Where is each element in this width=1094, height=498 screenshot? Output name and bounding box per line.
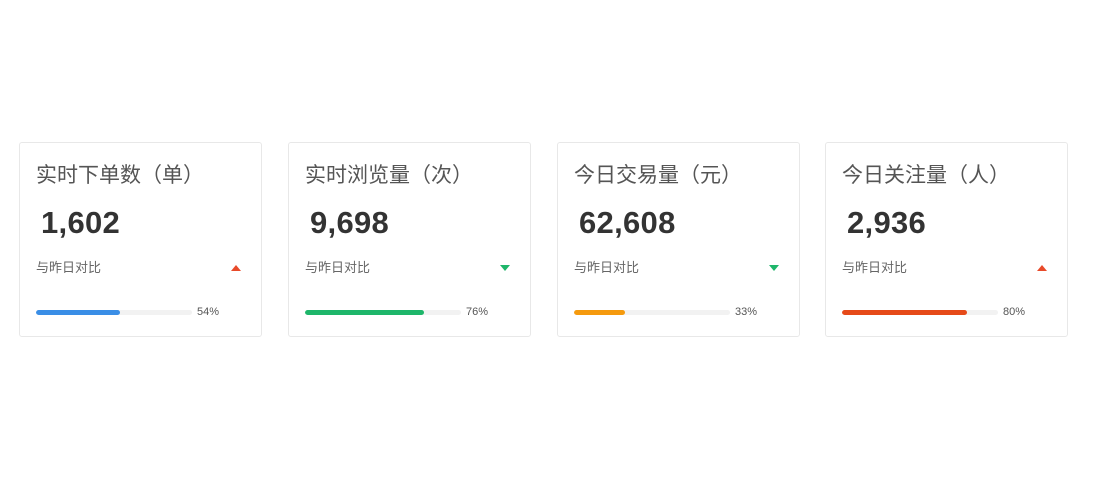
- progress-bar: [305, 310, 461, 315]
- progress-percent: 54%: [197, 306, 220, 318]
- stat-card-realtime-orders: 实时下单数（单） 1,602 与昨日对比 54%: [19, 142, 262, 337]
- card-value: 1,602: [41, 205, 121, 240]
- card-value: 2,936: [847, 205, 927, 240]
- progress-bar-fill: [574, 310, 626, 315]
- trend-up-icon: [1037, 265, 1047, 271]
- progress-bar: [842, 310, 998, 315]
- card-value: 62,608: [579, 205, 676, 240]
- stat-card-today-follows: 今日关注量（人） 2,936 与昨日对比 80%: [825, 142, 1068, 337]
- progress-bar-fill: [36, 310, 121, 315]
- progress-percent: 80%: [1003, 306, 1026, 318]
- progress-bar-fill: [842, 310, 967, 315]
- comparison-label: 与昨日对比: [36, 261, 102, 276]
- stat-card-today-transactions: 今日交易量（元） 62,608 与昨日对比 33%: [557, 142, 800, 337]
- comparison-label: 与昨日对比: [842, 261, 908, 276]
- card-value: 9,698: [310, 205, 390, 240]
- card-title: 实时浏览量（次）: [305, 163, 473, 187]
- card-title: 实时下单数（单）: [36, 163, 204, 187]
- comparison-label: 与昨日对比: [305, 261, 371, 276]
- comparison-label: 与昨日对比: [574, 261, 640, 276]
- progress-bar: [36, 310, 192, 315]
- card-title: 今日交易量（元）: [574, 163, 742, 187]
- progress-percent: 76%: [466, 306, 489, 318]
- stat-card-realtime-views: 实时浏览量（次） 9,698 与昨日对比 76%: [288, 142, 531, 337]
- progress-percent: 33%: [735, 306, 758, 318]
- progress-bar-fill: [305, 310, 424, 315]
- card-title: 今日关注量（人）: [842, 163, 1010, 187]
- trend-up-icon: [231, 265, 241, 271]
- stats-dashboard: 实时下单数（单） 1,602 与昨日对比 54% 实时浏览量（次） 9,698 …: [0, 0, 1094, 498]
- trend-down-icon: [500, 265, 510, 271]
- progress-bar: [574, 310, 730, 315]
- trend-down-icon: [769, 265, 779, 271]
